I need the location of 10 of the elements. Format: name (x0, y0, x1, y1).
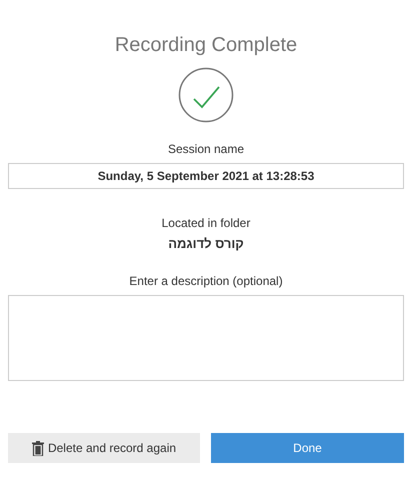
check-circle-icon (178, 67, 234, 123)
session-name-field[interactable]: Sunday, 5 September 2021 at 13:28:53 (8, 163, 404, 189)
description-field[interactable] (8, 295, 404, 381)
field-label: Enter a description (optional) (129, 273, 283, 289)
field-label: Session name (168, 141, 244, 157)
delete-button[interactable]: Delete and record again (8, 433, 200, 463)
field-label: Located in folder (162, 215, 250, 231)
dialog-title: Recording Complete (114, 33, 298, 58)
folder-name: קורס לדוגמה (168, 235, 244, 253)
trash-icon (32, 440, 44, 456)
